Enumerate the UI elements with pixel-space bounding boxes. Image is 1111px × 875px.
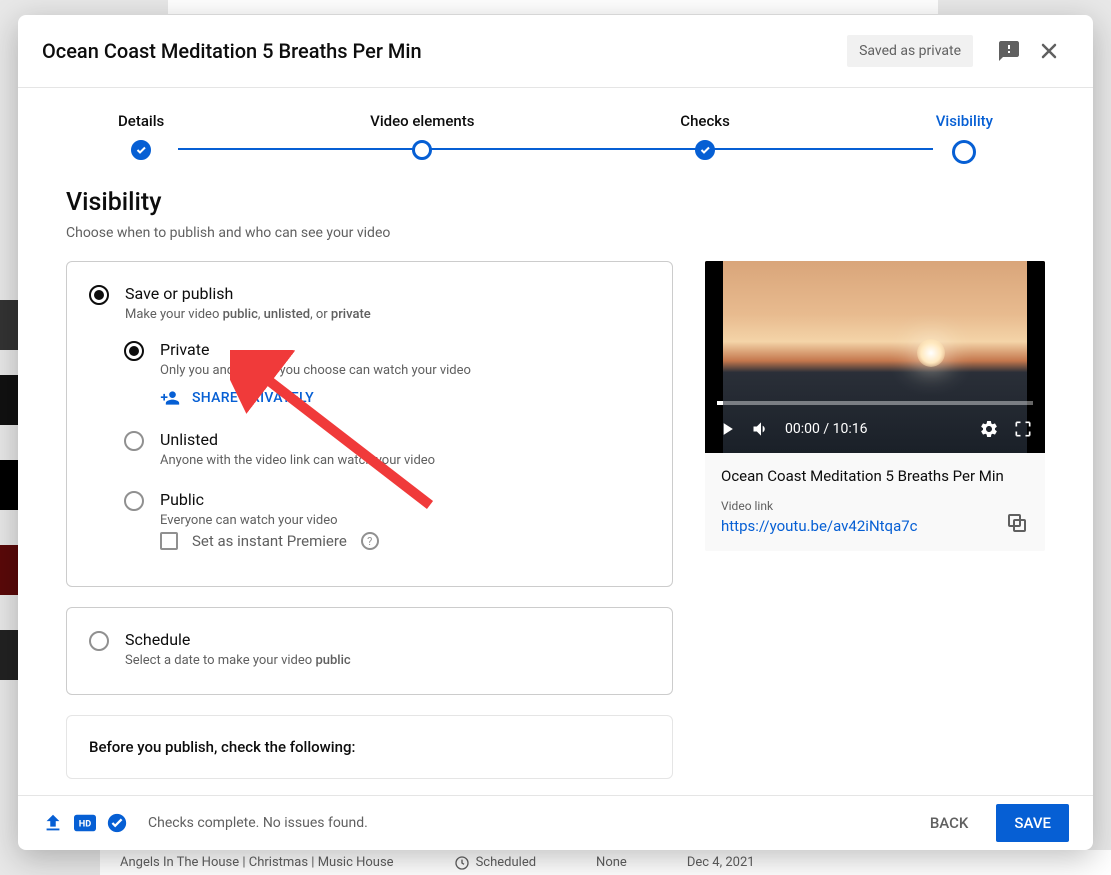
copy-icon[interactable]	[1005, 511, 1029, 535]
radio-unlisted[interactable]	[124, 431, 144, 451]
share-privately-button[interactable]: SHARE PRIVATELY	[160, 388, 471, 408]
preview-title: Ocean Coast Meditation 5 Breaths Per Min	[721, 467, 1029, 485]
upload-dialog: Ocean Coast Meditation 5 Breaths Per Min…	[18, 15, 1093, 850]
schedule-card: Schedule Select a date to make your vide…	[66, 607, 673, 695]
dialog-title: Ocean Coast Meditation 5 Breaths Per Min	[42, 39, 847, 63]
dialog-footer: HD Checks complete. No issues found. BAC…	[18, 795, 1093, 850]
unlisted-desc: Anyone with the video link can watch you…	[160, 453, 435, 468]
dialog-header: Ocean Coast Meditation 5 Breaths Per Min…	[18, 15, 1093, 88]
visibility-heading: Visibility	[66, 188, 1045, 217]
public-label: Public	[160, 490, 338, 509]
private-desc: Only you and people you choose can watch…	[160, 363, 471, 378]
check-circle-icon	[106, 812, 128, 834]
video-preview: 00:00 / 10:16 Ocean Coast Meditation 5 B…	[705, 261, 1045, 551]
back-button[interactable]: BACK	[916, 804, 983, 842]
before-publish-card: Before you publish, check the following:	[66, 715, 673, 779]
svg-text:HD: HD	[79, 820, 91, 830]
instant-premiere-label: Set as instant Premiere	[192, 532, 347, 550]
radio-public[interactable]	[124, 491, 144, 511]
step-checks[interactable]: Checks	[680, 112, 730, 160]
step-dot-active-icon	[952, 140, 976, 164]
gear-icon[interactable]	[979, 419, 999, 439]
check-icon	[695, 140, 715, 160]
play-icon[interactable]	[717, 419, 737, 439]
step-visibility[interactable]: Visibility	[936, 112, 993, 164]
close-icon[interactable]	[1029, 31, 1069, 71]
video-time: 00:00 / 10:16	[785, 421, 867, 437]
public-desc: Everyone can watch your video	[160, 513, 338, 528]
unlisted-label: Unlisted	[160, 430, 435, 449]
save-button[interactable]: SAVE	[996, 804, 1069, 842]
fullscreen-icon[interactable]	[1013, 419, 1033, 439]
check-icon	[131, 140, 151, 160]
schedule-label: Schedule	[125, 630, 351, 649]
person-add-icon	[160, 388, 180, 408]
volume-icon[interactable]	[751, 419, 771, 439]
radio-private[interactable]	[124, 341, 144, 361]
help-icon[interactable]: ?	[361, 532, 379, 550]
bg-video-row: Angels In The House | Christmas | Music …	[100, 850, 1111, 875]
video-link-label: Video link	[721, 499, 918, 513]
video-link-url[interactable]: https://youtu.be/av42iNtqa7c	[721, 517, 918, 535]
visibility-sub: Choose when to publish and who can see y…	[66, 225, 1045, 241]
step-video-elements[interactable]: Video elements	[370, 112, 474, 160]
hd-badge-icon: HD	[74, 814, 96, 832]
step-dot-icon	[412, 140, 432, 160]
save-or-publish-card: Save or publish Make your video public, …	[66, 261, 673, 587]
video-player[interactable]: 00:00 / 10:16	[705, 261, 1045, 453]
save-or-publish-label: Save or publish	[125, 284, 371, 303]
radio-schedule[interactable]	[89, 631, 109, 651]
footer-status: Checks complete. No issues found.	[148, 815, 368, 831]
save-or-publish-desc: Make your video public, unlisted, or pri…	[125, 307, 371, 322]
checkbox-instant-premiere[interactable]	[160, 532, 178, 550]
radio-save-or-publish[interactable]	[89, 285, 109, 305]
before-publish-title: Before you publish, check the following:	[89, 738, 650, 756]
saved-as-private-badge: Saved as private	[847, 35, 973, 67]
upload-icon	[42, 812, 64, 834]
stepper: Details Video elements Checks Visibility	[18, 88, 1093, 180]
private-label: Private	[160, 340, 471, 359]
step-details[interactable]: Details	[118, 112, 164, 160]
schedule-desc: Select a date to make your video public	[125, 653, 351, 668]
feedback-icon[interactable]	[989, 31, 1029, 71]
